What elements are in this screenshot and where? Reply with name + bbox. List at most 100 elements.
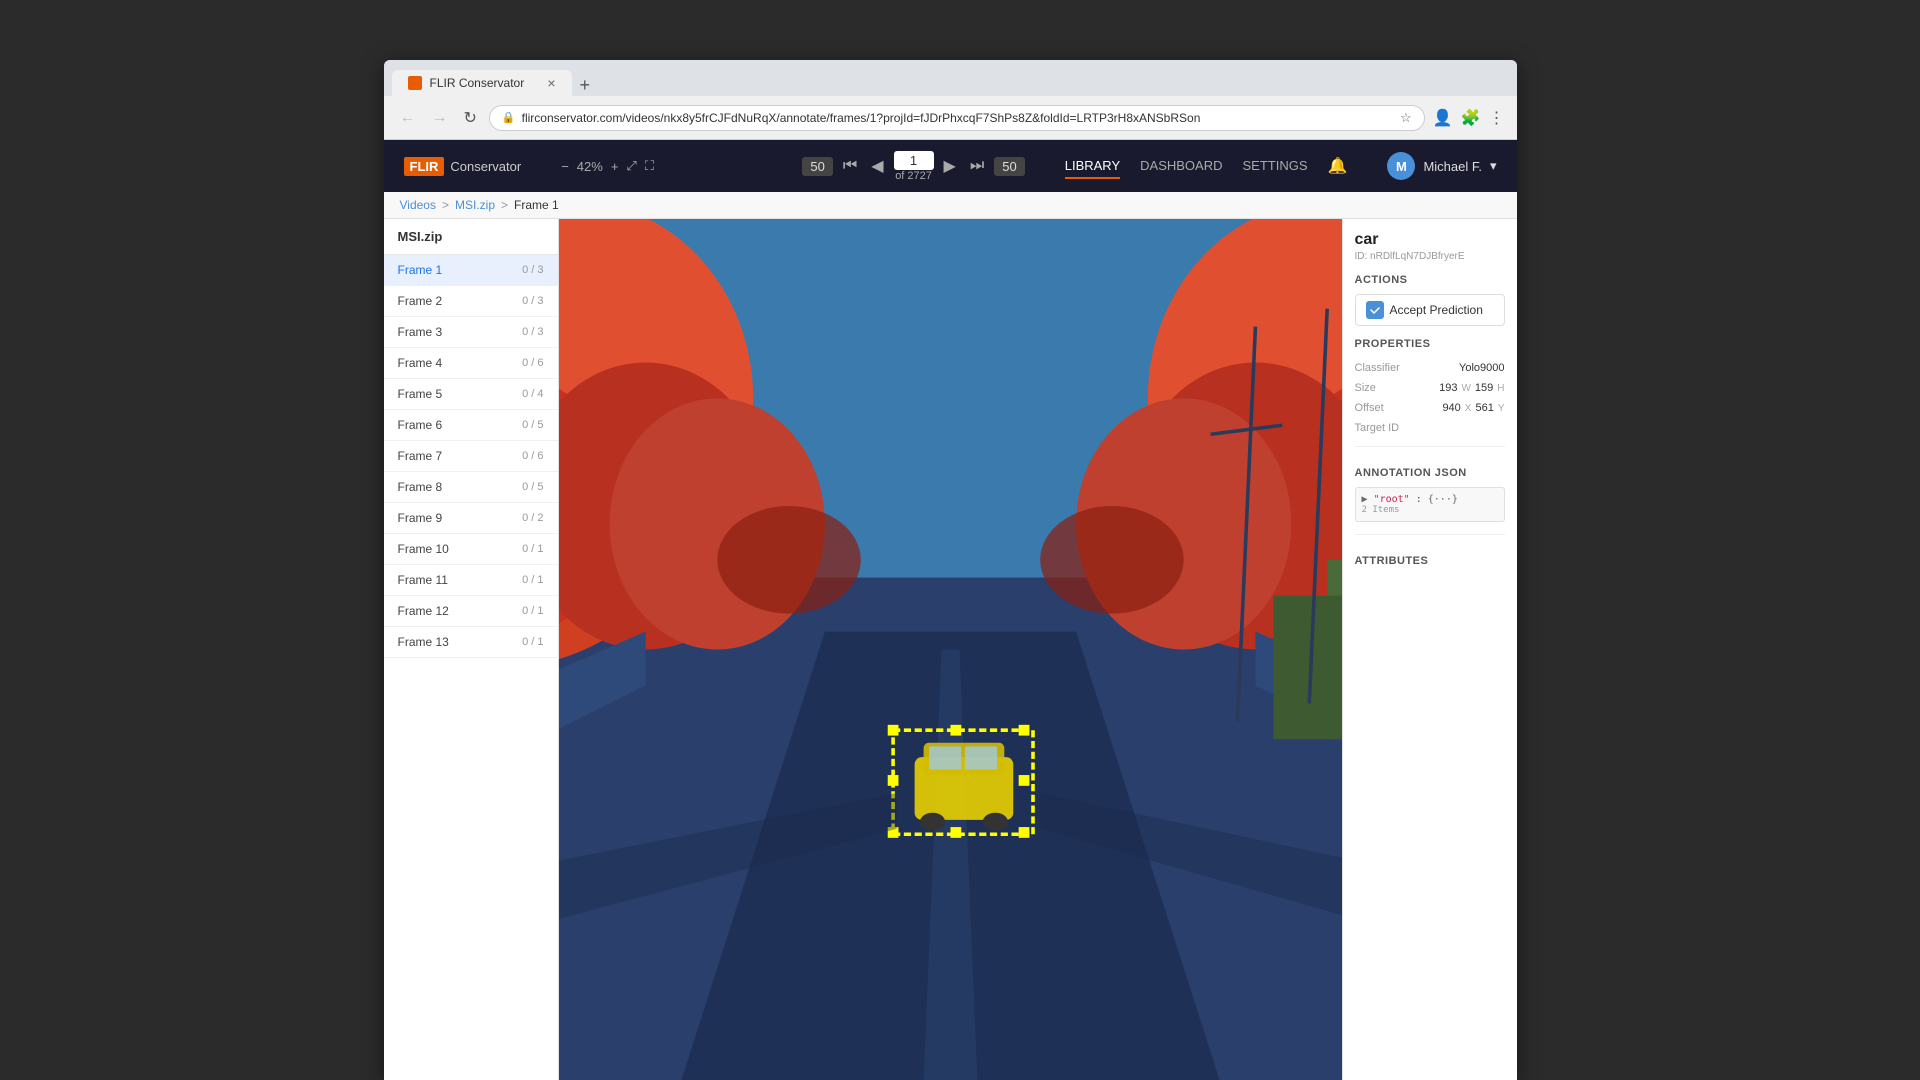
bookmark-icon[interactable]: ☆ [1400,110,1412,126]
nav-link-settings[interactable]: SETTINGS [1243,154,1308,179]
frame-list-item[interactable]: Frame 110 / 1 [384,565,558,596]
annotation-json-section: Annotation JSON ▶ "root" : {···} 2 Items [1355,446,1505,522]
new-tab-button[interactable]: + [572,76,599,94]
next-frame-button[interactable]: ▶ [940,154,960,178]
frame-number-input[interactable] [894,151,934,170]
url-bar[interactable]: 🔒 flirconservator.com/videos/nkx8y5frCJF… [489,105,1425,131]
json-items-count: 2 Items [1362,505,1498,515]
frame-item-name: Frame 12 [398,604,449,618]
frame-item-count: 0 / 2 [522,512,543,524]
breadcrumb-folder[interactable]: MSI.zip [455,198,495,212]
frame-item-name: Frame 11 [398,573,448,587]
frame-list-item[interactable]: Frame 30 / 3 [384,317,558,348]
json-root-value-collapsed: {···} [1428,494,1458,505]
logo-flir: FLIR [404,157,445,176]
offset-x-unit: X [1465,403,1472,414]
offset-label: Offset [1355,402,1384,414]
prev-frame-button[interactable]: ◀ [867,154,887,178]
forward-button[interactable]: → [428,107,452,129]
frame-item-count: 0 / 6 [522,450,543,462]
frame-list-item[interactable]: Frame 130 / 1 [384,627,558,658]
user-menu[interactable]: M Michael F. ▾ [1387,152,1496,180]
frame-list-item[interactable]: Frame 5 0 / 4 [384,379,558,410]
actions-label: Actions [1355,274,1505,286]
breadcrumb: Videos > MSI.zip > Frame 1 [384,192,1517,219]
offset-y-value: 561 [1475,402,1493,414]
refresh-button[interactable]: ↻ [460,106,481,130]
skip-end-button[interactable]: ⏭ [966,155,988,177]
tab-close-button[interactable]: × [547,76,555,90]
frame-item-name: Frame 5 [398,387,443,401]
nav-link-dashboard[interactable]: DASHBOARD [1140,154,1222,179]
breadcrumb-videos[interactable]: Videos [400,198,436,212]
frame-item-count: 0 / 6 [522,357,543,369]
frame-list-item[interactable]: Frame 7 0 / 6 [384,441,558,472]
main-content: MSI.zip Frame 10 / 3Frame 20 / 3Frame 30… [384,219,1517,1080]
left-frame-count: 50 [802,157,832,176]
properties-section: Classifier Yolo9000 Size 193 W 159 H [1355,362,1505,434]
target-id-row: Target ID [1355,422,1505,434]
frame-item-count: 0 / 4 [522,388,543,400]
image-viewer[interactable] [559,219,1342,1080]
active-tab[interactable]: FLIR Conservator × [392,70,572,96]
tab-bar: FLIR Conservator × + [384,60,1517,96]
fullscreen-button[interactable]: ⛶ [645,158,654,174]
zoom-in-button[interactable]: + [611,159,619,174]
frame-list-item[interactable]: Frame 40 / 6 [384,348,558,379]
notifications-icon[interactable]: 🔔 [1328,156,1348,176]
top-nav: FLIR Conservator − 42% + ⤢ ⛶ 50 ⏮ ◀ [384,140,1517,192]
frame-item-count: 0 / 3 [522,326,543,338]
classifier-label: Classifier [1355,362,1400,374]
user-name: Michael F. [1423,159,1482,174]
frame-list-item[interactable]: Frame 90 / 2 [384,503,558,534]
annotation-id: ID: nRDlfLqN7DJBfryerE [1355,251,1505,262]
frame-list-item[interactable]: Frame 60 / 5 [384,410,558,441]
frame-item-count: 0 / 1 [522,605,543,617]
accept-prediction-label: Accept Prediction [1390,303,1483,317]
extensions-icon[interactable]: 🧩 [1461,108,1481,128]
scene-image [559,219,1342,1080]
json-root-row: ▶ "root" : {···} [1362,494,1498,505]
back-button[interactable]: ← [396,107,420,129]
frame-item-count: 0 / 5 [522,481,543,493]
frame-list-item[interactable]: Frame 80 / 5 [384,472,558,503]
skip-start-button[interactable]: ⏮ [839,155,861,177]
frame-list-item[interactable]: Frame 12 0 / 1 [384,596,558,627]
json-viewer[interactable]: ▶ "root" : {···} 2 Items [1355,487,1505,522]
profile-icon[interactable]: 👤 [1433,108,1453,128]
target-id-label: Target ID [1355,422,1400,434]
fit-button[interactable]: ⤢ [626,158,636,174]
frame-item-name: Frame 7 [398,449,443,463]
frame-item-name: Frame 10 [398,542,449,556]
right-panel: car ID: nRDlfLqN7DJBfryerE Actions Accep… [1342,219,1517,1080]
frame-list: MSI.zip Frame 10 / 3Frame 20 / 3Frame 30… [384,219,559,1080]
size-h-unit: H [1497,383,1504,394]
nav-link-library[interactable]: LIBRARY [1065,154,1120,179]
frame-list-item[interactable]: Frame 20 / 3 [384,286,558,317]
frame-total: of 2727 [895,170,932,182]
json-expand-icon[interactable]: ▶ [1362,494,1368,505]
offset-x-value: 940 [1442,402,1460,414]
breadcrumb-sep-2: > [501,198,508,212]
frame-list-item[interactable]: Frame 10 / 3 [384,255,558,286]
frame-item-name: Frame 1 [398,263,443,277]
accept-prediction-icon [1366,301,1384,319]
folder-header: MSI.zip [384,219,558,255]
tab-title: FLIR Conservator [430,76,525,90]
accept-prediction-button[interactable]: Accept Prediction [1355,294,1505,326]
app-container: FLIR Conservator − 42% + ⤢ ⛶ 50 ⏮ ◀ [384,140,1517,1080]
annotation-json-label: Annotation JSON [1355,467,1505,479]
frame-list-item[interactable]: Frame 100 / 1 [384,534,558,565]
frame-item-name: Frame 6 [398,418,443,432]
size-row: Size 193 W 159 H [1355,382,1505,394]
frame-controls: 50 ⏮ ◀ of 2727 ▶ ⏭ 50 [802,151,1024,182]
menu-icon[interactable]: ⋮ [1489,108,1505,128]
logo-conservator: Conservator [450,159,521,174]
frame-items-container: Frame 10 / 3Frame 20 / 3Frame 30 / 3Fram… [384,255,558,658]
user-avatar: M [1387,152,1415,180]
frame-item-count: 0 / 1 [522,636,543,648]
zoom-out-button[interactable]: − [561,159,569,174]
offset-y-unit: Y [1498,403,1505,414]
size-w-value: 193 [1439,382,1457,394]
browser-window: FLIR Conservator × + ← → ↻ 🔒 flirconserv… [384,60,1517,1080]
